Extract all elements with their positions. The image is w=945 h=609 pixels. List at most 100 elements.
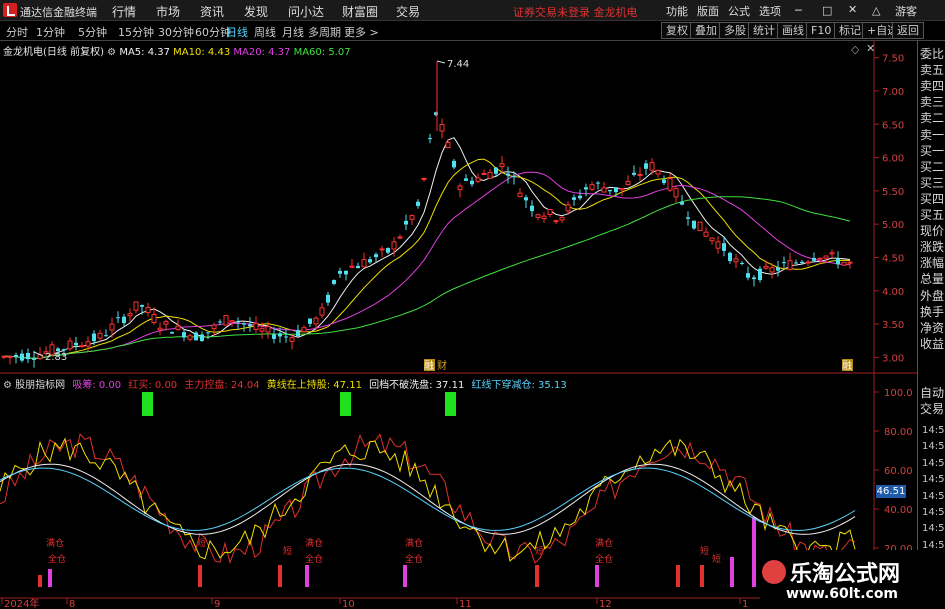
side-quote-item[interactable]: 委比: [920, 47, 944, 61]
main-ytick-label: 4.00: [882, 287, 904, 298]
overlay-button[interactable]: 叠加: [690, 22, 722, 39]
side-quote-item[interactable]: 总量: [920, 272, 944, 286]
menu-news[interactable]: 资讯: [200, 3, 224, 20]
margin-marker[interactable]: 融: [424, 360, 434, 372]
side-quote-item[interactable]: 换手: [920, 305, 944, 319]
side-trade-item[interactable]: 自动: [920, 386, 944, 400]
candle-body: [697, 221, 703, 232]
stats-button[interactable]: 统计: [748, 22, 780, 39]
period-daily[interactable]: 日线: [226, 24, 248, 40]
draw-button[interactable]: 画线: [777, 22, 809, 39]
chart-close-icon[interactable]: ✕: [866, 42, 875, 55]
candle-body: [332, 280, 336, 284]
period-1min[interactable]: 1分钟: [36, 24, 65, 40]
period-more[interactable]: 更多 >: [344, 24, 379, 40]
period-30min[interactable]: 30分钟: [158, 24, 194, 40]
side-quote-item[interactable]: 现价: [920, 224, 944, 238]
menu-function[interactable]: 功能: [666, 3, 688, 19]
f10-button[interactable]: F10: [806, 22, 837, 39]
side-quote-item[interactable]: 外盘: [920, 289, 944, 303]
high-price-label: 7.44: [447, 59, 469, 70]
side-quote-item[interactable]: 卖二: [920, 111, 944, 125]
candle-body: [565, 204, 571, 212]
side-time-item: 14:56: [922, 507, 945, 518]
signal-annotation: 满仓: [405, 537, 423, 549]
candle-body: [601, 187, 607, 193]
candle-body: [733, 258, 739, 263]
side-quote-item[interactable]: 收益: [920, 337, 944, 351]
ma10-line: [3, 158, 851, 359]
chart-collapse-icon[interactable]: ◇: [851, 43, 859, 56]
candle-body: [14, 354, 18, 358]
candle-body: [530, 205, 534, 212]
candle-body: [709, 237, 715, 242]
candle-body: [535, 214, 541, 218]
settings-icon[interactable]: ⚙: [107, 47, 119, 58]
side-quote-item[interactable]: 买四: [920, 192, 944, 206]
side-quote-item[interactable]: 卖三: [920, 95, 944, 109]
period-multi[interactable]: 多周期: [308, 24, 341, 40]
side-time-item: 14:56: [922, 441, 945, 453]
adjust-button[interactable]: 复权: [661, 22, 693, 39]
candle-body: [74, 342, 78, 346]
menu-options[interactable]: 选项: [759, 3, 781, 19]
margin-marker-2[interactable]: 融: [842, 360, 852, 372]
indicator-title[interactable]: 股朋指标网: [15, 380, 65, 391]
time-tick-label: 12: [599, 599, 612, 609]
period-weekly[interactable]: 周线: [254, 24, 276, 40]
side-quote-item[interactable]: 买五: [920, 208, 944, 222]
candle-body: [487, 171, 493, 179]
side-quote-item[interactable]: 买二: [920, 160, 944, 174]
side-trade-item[interactable]: 交易: [920, 402, 944, 416]
menu-formula[interactable]: 公式: [728, 3, 750, 19]
side-quote-item[interactable]: 买一: [920, 144, 944, 158]
candle-body: [421, 178, 427, 181]
candle-body: [524, 197, 528, 201]
candle-body: [92, 333, 96, 342]
candle-body: [248, 324, 252, 327]
bell-icon[interactable]: △: [872, 4, 880, 17]
maximize-icon[interactable]: □: [822, 4, 832, 17]
menu-ask[interactable]: 问小达: [288, 3, 324, 20]
side-quote-item[interactable]: 涨幅: [920, 256, 944, 270]
indicator-value-reduce: 红线下穿减仓: 35.13: [471, 380, 567, 391]
menu-trade[interactable]: 交易: [396, 3, 420, 20]
candlestick-chart[interactable]: 7.50 7.00 6.50 6.00 5.50 5.00 4.50 4.00 3.50 3.00…: [0, 41, 917, 374]
candle-body: [151, 314, 157, 324]
close-icon[interactable]: ✕: [848, 3, 857, 16]
side-quote-item[interactable]: 买三: [920, 176, 944, 190]
period-15min[interactable]: 15分钟: [118, 24, 154, 40]
menu-wealth[interactable]: 财富圈: [342, 3, 378, 20]
minimize-icon[interactable]: ─: [795, 4, 802, 17]
side-quote-item[interactable]: 涨跌: [920, 240, 944, 254]
candle-body: [200, 334, 204, 341]
side-quote-item[interactable]: 卖四: [920, 79, 944, 93]
candle-body: [20, 353, 24, 361]
main-ytick-label: 6.00: [882, 154, 904, 165]
finance-marker[interactable]: 财: [437, 359, 447, 372]
menu-layout[interactable]: 版面: [697, 3, 719, 19]
period-tick[interactable]: 分时: [6, 24, 28, 40]
side-quote-item[interactable]: 卖一: [920, 128, 944, 142]
time-tick-label: 10: [342, 599, 355, 609]
candle-body: [512, 176, 516, 178]
stock-name[interactable]: 金龙机电(日线 前复权): [3, 47, 104, 58]
indicator-settings-icon[interactable]: ⚙: [3, 380, 15, 391]
menu-market[interactable]: 市场: [156, 3, 180, 20]
sub-ytick-label: 100.0: [884, 388, 913, 399]
app-logo-icon: [3, 3, 17, 17]
candle-body: [356, 265, 360, 269]
side-quote-item[interactable]: 卖五: [920, 63, 944, 77]
menu-quotes[interactable]: 行情: [112, 3, 136, 20]
candle-body: [722, 243, 726, 251]
period-monthly[interactable]: 月线: [282, 24, 304, 40]
menu-discover[interactable]: 发现: [244, 3, 268, 20]
back-button[interactable]: 返回: [892, 22, 924, 39]
multi-stock-button[interactable]: 多股: [719, 22, 751, 39]
guest-label[interactable]: 游客: [895, 3, 917, 19]
period-toolbar: 分时 1分钟 5分钟 15分钟 30分钟 60分钟 日线 周线 月线 多周期 更…: [0, 21, 945, 41]
period-5min[interactable]: 5分钟: [78, 24, 107, 40]
sub-ytick-label: 60.00: [884, 466, 913, 477]
side-quote-item[interactable]: 净资: [920, 321, 944, 335]
candle-body: [133, 301, 139, 311]
